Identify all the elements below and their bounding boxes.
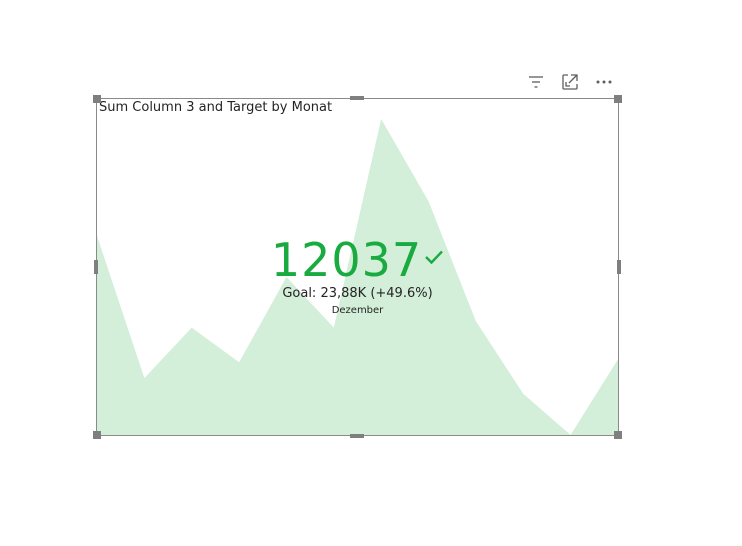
kpi-period: Dezember (331, 305, 384, 316)
check-icon (424, 249, 444, 269)
resize-handle-bottom-right[interactable] (614, 431, 622, 439)
filter-icon[interactable] (525, 72, 547, 92)
resize-handle-left[interactable] (94, 260, 98, 274)
resize-handle-bottom-left[interactable] (93, 431, 101, 439)
kpi-block: 12037 Goal: 23,88K (+49.6%) Dezember (97, 235, 618, 318)
kpi-goal: Goal: 23,88K (+49.6%) (282, 286, 433, 301)
resize-handle-top[interactable] (350, 96, 364, 100)
visual-title: Sum Column 3 and Target by Monat (99, 100, 333, 115)
resize-handle-top-left[interactable] (93, 95, 101, 103)
visual-header-icons (525, 72, 615, 92)
more-options-icon[interactable] (593, 72, 615, 92)
focus-mode-icon[interactable] (559, 72, 581, 92)
resize-handle-top-right[interactable] (614, 95, 622, 103)
kpi-value: 12037 (270, 233, 423, 287)
resize-handle-bottom[interactable] (350, 434, 364, 438)
resize-handle-right[interactable] (617, 260, 621, 274)
kpi-visual[interactable]: Sum Column 3 and Target by Monat 12037 G… (96, 98, 619, 436)
